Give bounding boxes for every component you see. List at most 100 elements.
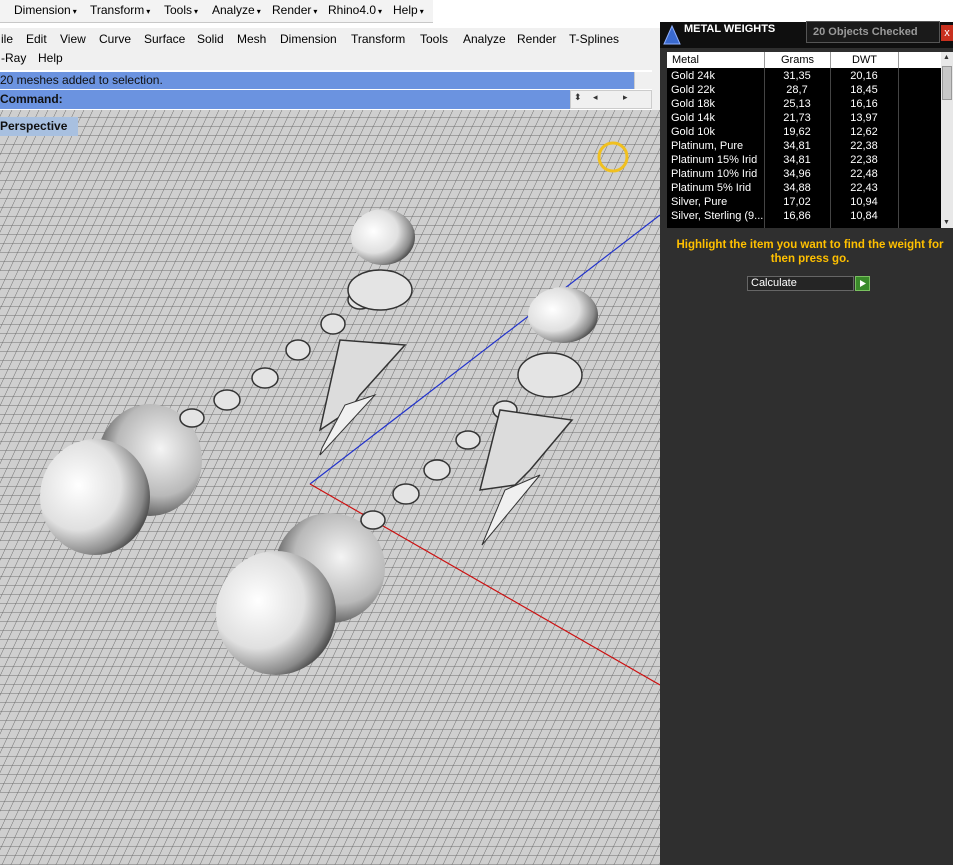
- cell-grams: 21,73: [783, 112, 811, 124]
- cell-dwt: 10,84: [850, 210, 878, 222]
- menu-file[interactable]: ile: [1, 32, 13, 46]
- table-row[interactable]: Platinum, Pure 34,81 22,38: [667, 139, 941, 153]
- cell-metal: Gold 10k: [671, 126, 716, 138]
- scroll-down-icon[interactable]: ▼: [943, 219, 950, 226]
- menu-view[interactable]: View: [60, 32, 86, 46]
- menu-bar-edge: [652, 28, 660, 110]
- table-scrollbar[interactable]: ▲ ▼: [941, 52, 953, 228]
- menu-curve[interactable]: Curve: [99, 32, 131, 46]
- menu-solid[interactable]: Solid: [197, 32, 224, 46]
- go-button[interactable]: [855, 276, 870, 291]
- menu-vray[interactable]: -Ray: [1, 51, 26, 65]
- viewport-title[interactable]: Perspective: [0, 117, 78, 136]
- instruction-text: Highlight the item you want to find the …: [676, 239, 944, 265]
- chevron-down-icon: ▾: [419, 7, 424, 16]
- cell-dwt: 18,45: [850, 84, 878, 96]
- menu-mesh[interactable]: Mesh: [237, 32, 266, 46]
- cell-dwt: 13,97: [850, 112, 878, 124]
- cell-grams: 34,96: [783, 168, 811, 180]
- cell-metal: Silver, Sterling (9...: [671, 210, 763, 222]
- menu-surface[interactable]: Surface: [144, 32, 185, 46]
- cell-grams: 34,81: [783, 154, 811, 166]
- calculate-select[interactable]: Calculate: [747, 276, 854, 291]
- perspective-viewport[interactable]: [0, 110, 660, 865]
- cell-dwt: 12,62: [850, 126, 878, 138]
- menu-dimension[interactable]: Dimension: [280, 32, 337, 46]
- cell-dwt: 22,48: [850, 168, 878, 180]
- chevron-down-icon: ▾: [256, 7, 261, 16]
- chevron-down-icon: ▾: [378, 7, 383, 16]
- menu-transform[interactable]: Transform: [351, 32, 405, 46]
- cell-metal: Platinum 10% Irid: [671, 168, 758, 180]
- menu-tsplines[interactable]: T-Splines: [569, 32, 619, 46]
- menu-help[interactable]: Help: [38, 51, 63, 65]
- scrollbar-thumb[interactable]: [942, 66, 952, 100]
- table-row[interactable]: Gold 22k 28,7 18,45: [667, 83, 941, 97]
- menu-render[interactable]: Render: [517, 32, 556, 46]
- cell-dwt: 22,43: [850, 182, 878, 194]
- scroll-up-icon[interactable]: ▲: [943, 54, 950, 61]
- table-row[interactable]: Platinum 10% Irid 34,96 22,48: [667, 167, 941, 181]
- command-controls: ⬍ ◂ ▸: [570, 90, 652, 109]
- close-panel-button[interactable]: x: [941, 25, 953, 41]
- cell-dwt: 22,38: [850, 154, 878, 166]
- chevron-down-icon: ▾: [313, 7, 318, 16]
- cell-metal: Gold 14k: [671, 112, 716, 124]
- cell-dwt: 22,38: [850, 140, 878, 152]
- command-prompt[interactable]: Command:: [0, 90, 570, 109]
- metal-weights-icon: [662, 24, 682, 46]
- toolbar-menu-tools[interactable]: Tools ▾: [164, 3, 198, 17]
- toolbar-menu-analyze[interactable]: Analyze ▾: [212, 3, 261, 17]
- menu-analyze[interactable]: Analyze: [463, 32, 506, 46]
- cell-metal: Platinum 5% Irid: [671, 182, 752, 194]
- cell-grams: 19,62: [783, 126, 811, 138]
- cell-grams: 31,35: [783, 70, 811, 82]
- table-row[interactable]: Platinum 15% Irid 34,81 22,38: [667, 153, 941, 167]
- table-row[interactable]: Gold 10k 19,62 12,62: [667, 125, 941, 139]
- cell-grams: 34,88: [783, 182, 811, 194]
- table-row[interactable]: Gold 24k 31,35 20,16: [667, 69, 941, 83]
- toolbar-menu-dimension[interactable]: Dimension ▾: [14, 3, 77, 17]
- metal-weights-table[interactable]: Metal Grams DWT Gold 24k 31,35 20,16 Gold 2…: [667, 52, 941, 228]
- chevron-down-icon: ▾: [146, 7, 151, 16]
- cell-grams: 16,86: [783, 210, 811, 222]
- table-row[interactable]: Silver, Pure 17,02 10,94: [667, 195, 941, 209]
- menu-tools[interactable]: Tools: [420, 32, 448, 46]
- table-row[interactable]: Silver, Sterling (9... 16,86 10,84: [667, 209, 941, 223]
- chevron-down-icon: ▾: [72, 7, 77, 16]
- cell-metal: Gold 24k: [671, 70, 716, 82]
- scroll-left-icon[interactable]: ◂: [593, 92, 598, 103]
- toolbar-menu-render[interactable]: Render ▾: [272, 3, 317, 17]
- toolbar-menu: Dimension ▾ Transform ▾ Tools ▾ Analyze ▾ Re…: [0, 0, 434, 23]
- command-history-scrollbar[interactable]: [634, 72, 653, 89]
- cell-dwt: 20,16: [850, 70, 878, 82]
- cell-metal: Platinum, Pure: [671, 140, 744, 152]
- cell-metal: Silver, Pure: [671, 196, 728, 208]
- play-icon: [860, 280, 866, 287]
- toolbar-menu-transform[interactable]: Transform ▾: [90, 3, 150, 17]
- toolbar-menu-help[interactable]: Help ▾: [393, 3, 424, 17]
- table-row[interactable]: Platinum 5% Irid 34,88 22,43: [667, 181, 941, 195]
- menu-bar: ile Edit View Curve Surface Solid Mesh D…: [0, 28, 660, 70]
- cell-metal: Gold 22k: [671, 84, 716, 96]
- table-row[interactable]: Gold 14k 21,73 13,97: [667, 111, 941, 125]
- spin-arrows-icon[interactable]: ⬍: [574, 92, 582, 103]
- column-header-metal[interactable]: Metal: [667, 52, 765, 68]
- command-history: 20 meshes added to selection.: [0, 72, 634, 89]
- cell-metal: Platinum 15% Irid: [671, 154, 758, 166]
- table-row[interactable]: Gold 18k 25,13 16,16: [667, 97, 941, 111]
- scroll-right-icon[interactable]: ▸: [623, 92, 628, 103]
- column-header-dwt[interactable]: DWT: [831, 52, 899, 68]
- column-header-blank: [899, 52, 941, 68]
- viewport-scene[interactable]: [0, 110, 660, 865]
- cell-dwt: 16,16: [850, 98, 878, 110]
- panel-title[interactable]: METAL WEIGHTS: [684, 23, 775, 35]
- menu-edit[interactable]: Edit: [26, 32, 47, 46]
- cell-grams: 25,13: [783, 98, 811, 110]
- cell-dwt: 10,94: [850, 196, 878, 208]
- toolbar-menu-rhino[interactable]: Rhino4.0 ▾: [328, 3, 382, 17]
- cell-grams: 28,7: [786, 84, 808, 96]
- toolbar-gap: [433, 0, 660, 27]
- column-header-grams[interactable]: Grams: [765, 52, 831, 68]
- objects-checked-status: 20 Objects Checked: [806, 21, 940, 43]
